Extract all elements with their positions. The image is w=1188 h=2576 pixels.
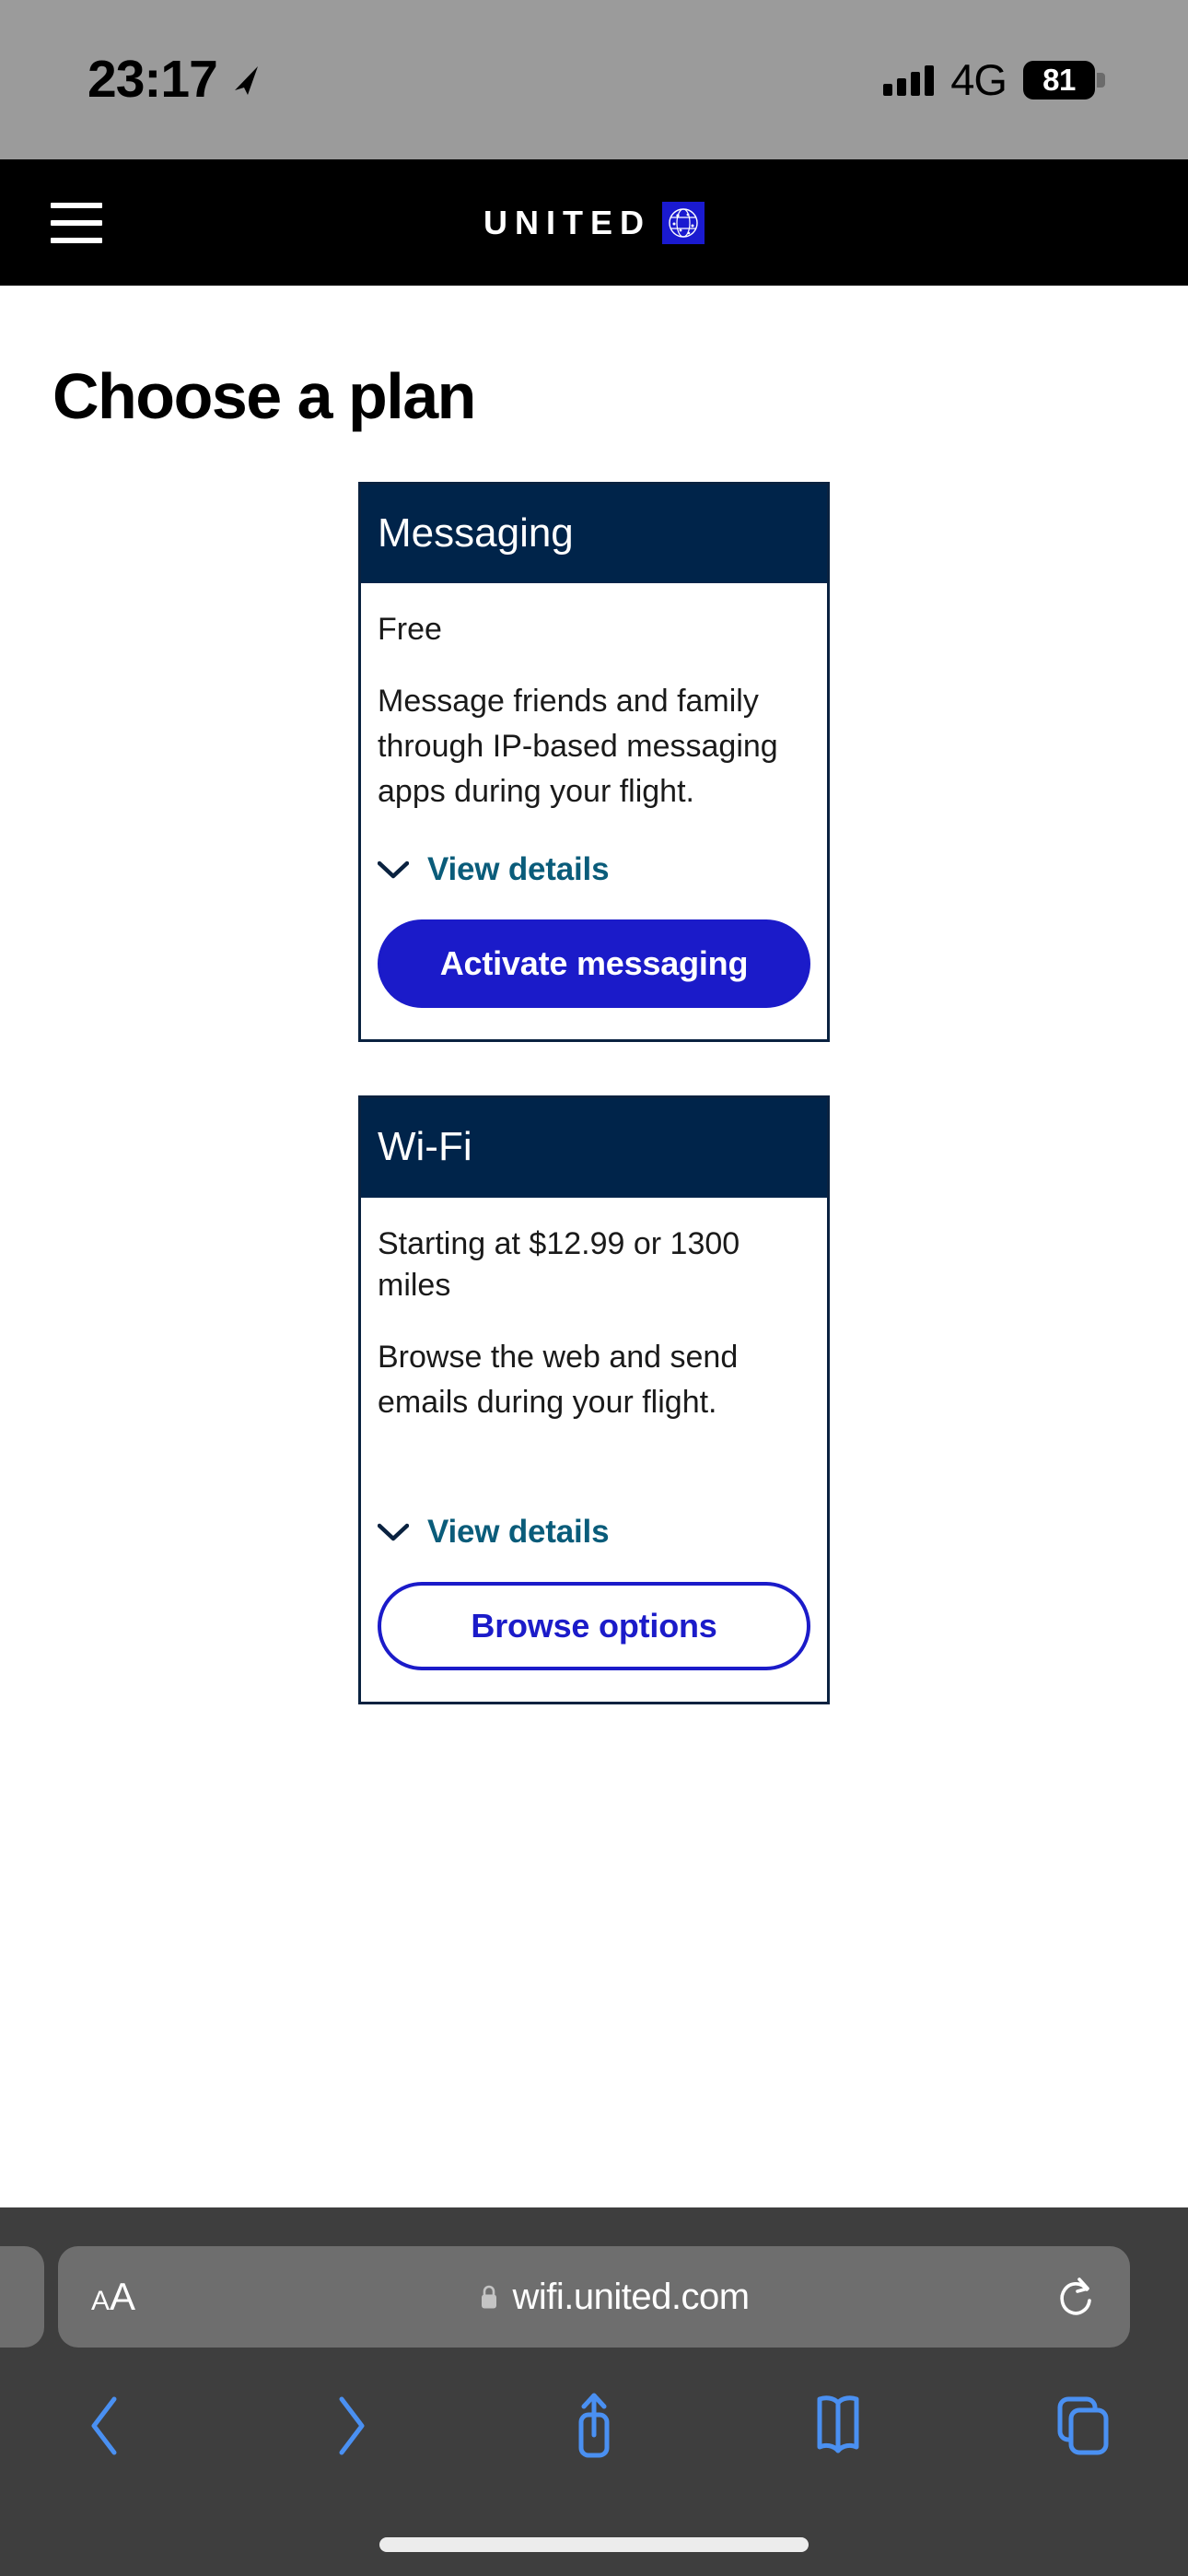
browse-options-button[interactable]: Browse options (378, 1582, 810, 1671)
battery-cap (1097, 72, 1105, 88)
url-display: wifi.united.com (174, 2277, 1054, 2318)
url-bar[interactable]: AA wifi.united.com (58, 2246, 1130, 2348)
activate-messaging-button[interactable]: Activate messaging (378, 919, 810, 1009)
text-size-icon[interactable]: AA (91, 2277, 174, 2316)
united-logo[interactable]: UNITED (0, 201, 1188, 244)
battery-body: 81 (1023, 60, 1095, 100)
brand-name: UNITED (483, 203, 651, 241)
card-body: Free Message friends and family through … (361, 583, 827, 1040)
forward-chevron-icon[interactable] (276, 2380, 424, 2472)
card-body: Starting at $12.99 or 1300 miles Browse … (361, 1197, 827, 1703)
tabs-icon[interactable] (1008, 2380, 1156, 2472)
page-content: Choose a plan Messaging Free Message fri… (0, 286, 1188, 1705)
site-header: UNITED (0, 159, 1188, 286)
adjacent-tab-edge[interactable] (0, 2246, 44, 2348)
plan-card-messaging: Messaging Free Message friends and famil… (358, 482, 830, 1043)
status-bar-left: 23:17 (87, 53, 260, 106)
plan-title: Wi-Fi (378, 1124, 472, 1170)
chevron-down-icon (378, 1523, 409, 1541)
status-bar-right: 4G 81 (883, 58, 1105, 101)
home-indicator (379, 2537, 809, 2552)
card-header: Wi-Fi (361, 1098, 827, 1198)
back-chevron-icon[interactable] (32, 2380, 180, 2472)
battery-percent: 81 (1042, 62, 1076, 97)
plan-price: Starting at $12.99 or 1300 miles (378, 1225, 740, 1304)
plan-price: Free (378, 612, 442, 648)
status-bar: 23:17 4G 81 (0, 0, 1188, 159)
united-globe-icon (662, 201, 705, 244)
page-title: Choose a plan (52, 360, 476, 432)
plan-card-wifi: Wi-Fi Starting at $12.99 or 1300 miles B… (358, 1095, 830, 1705)
card-header: Messaging (361, 485, 827, 584)
network-type: 4G (950, 55, 1007, 104)
share-icon[interactable] (520, 2380, 668, 2472)
battery-indicator: 81 (1023, 60, 1105, 100)
status-time: 23:17 (87, 50, 218, 109)
chevron-down-icon (378, 861, 409, 879)
signal-bars-icon (883, 64, 935, 96)
view-details-toggle-messaging[interactable]: View details (378, 851, 810, 888)
url-text: wifi.united.com (512, 2276, 750, 2317)
view-details-label: View details (427, 1514, 610, 1551)
text-size-large-a: A (110, 2275, 136, 2318)
plan-description: Message friends and family through IP-ba… (378, 684, 778, 810)
safari-browser-chrome: AA wifi.united.com (0, 2207, 1188, 2576)
text-size-small-a: A (91, 2286, 111, 2316)
location-arrow-icon (234, 65, 258, 95)
bookmarks-book-icon[interactable] (764, 2380, 912, 2472)
browser-toolbar (0, 2375, 1188, 2476)
phone-screen: 23:17 4G 81 UNITED Choose a plan Messagi… (0, 0, 1188, 2576)
lock-icon (482, 2285, 497, 2309)
plan-description: Browse the web and send emails during yo… (378, 1340, 739, 1421)
reload-icon[interactable] (1054, 2274, 1097, 2320)
view-details-toggle-wifi[interactable]: View details (378, 1514, 810, 1551)
plan-title: Messaging (378, 510, 574, 556)
view-details-label: View details (427, 851, 610, 888)
